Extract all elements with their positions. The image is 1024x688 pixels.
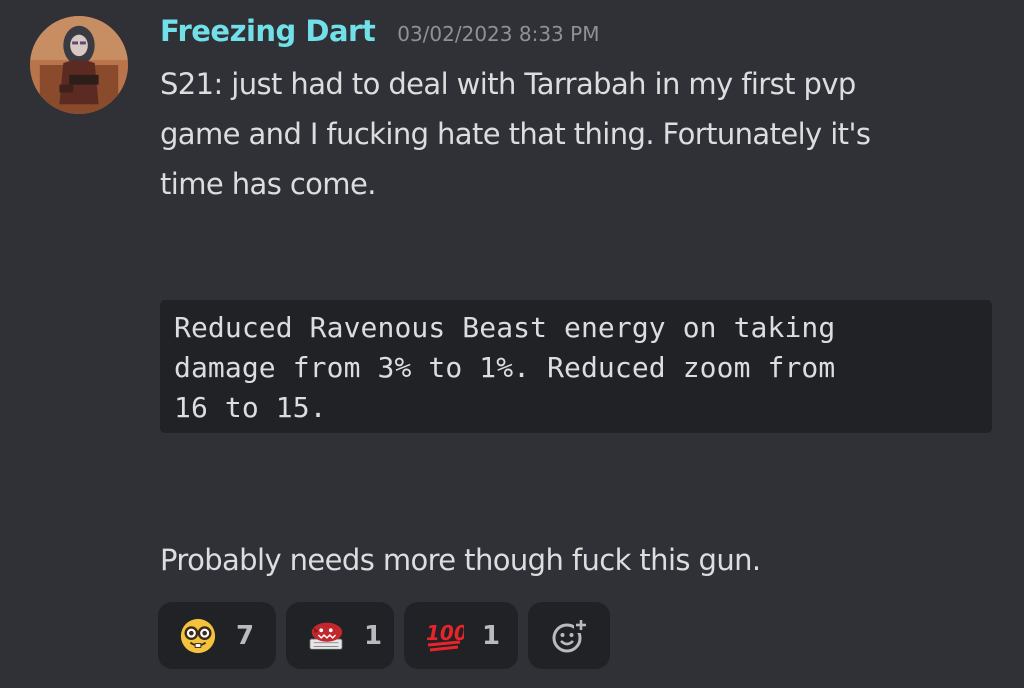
reactions-bar: 7 1 100 1 xyxy=(158,602,610,669)
message-text-line: S21: just had to deal with Tarrabah in m… xyxy=(160,67,856,101)
chat-message: Freezing Dart 03/02/2023 8:33 PM S21: ju… xyxy=(0,0,1024,688)
reaction-count: 1 xyxy=(364,620,383,651)
message-header: Freezing Dart 03/02/2023 8:33 PM xyxy=(160,14,599,54)
avatar-image xyxy=(30,16,128,114)
add-reaction-button[interactable] xyxy=(528,602,610,669)
reaction-nerd[interactable]: 7 xyxy=(158,602,276,669)
avatar[interactable] xyxy=(30,16,128,114)
timestamp: 03/02/2023 8:33 PM xyxy=(397,22,600,46)
hundred-points-emoji-icon: 100 xyxy=(424,616,464,656)
code-block: Reduced Ravenous Beast energy on taking … xyxy=(160,300,992,433)
add-reaction-icon xyxy=(549,616,589,656)
reaction-count: 7 xyxy=(236,620,255,651)
message-text-line: time has come. xyxy=(160,167,376,201)
message-text-line: Probably needs more though fuck this gun… xyxy=(160,543,761,577)
reaction-hundred[interactable]: 100 1 xyxy=(404,602,518,669)
reaction-count: 1 xyxy=(482,620,501,651)
code-line: damage from 3% to 1%. Reduced zoom from xyxy=(174,351,836,384)
red-creature-keyboard-emoji-icon xyxy=(306,616,346,656)
code-line: Reduced Ravenous Beast energy on taking xyxy=(174,311,836,344)
reaction-custom[interactable]: 1 xyxy=(286,602,394,669)
username[interactable]: Freezing Dart xyxy=(160,14,376,48)
message-text-line: game and I fucking hate that thing. Fort… xyxy=(160,117,871,151)
nerd-face-emoji-icon xyxy=(178,616,218,656)
code-line: 16 to 15. xyxy=(174,391,327,424)
